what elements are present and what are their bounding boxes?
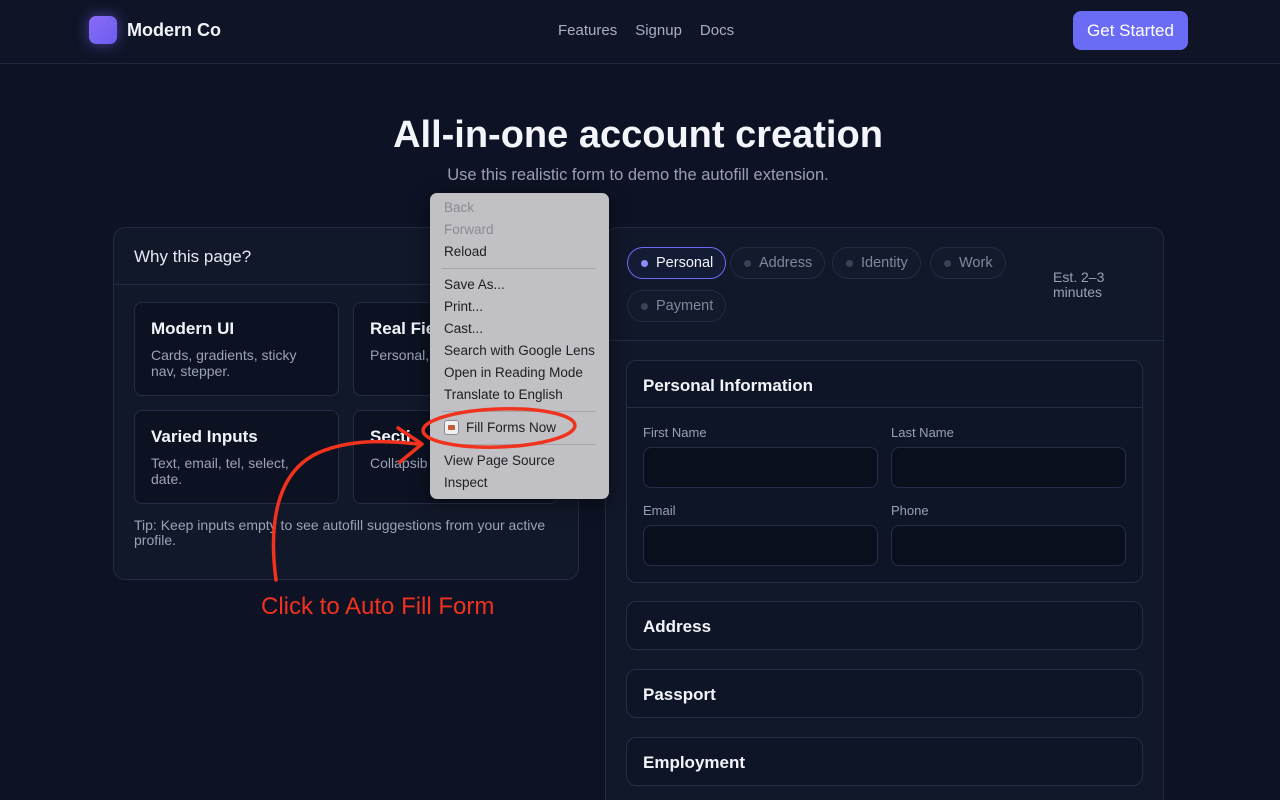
- annotation-label: Click to Auto Fill Form: [261, 593, 495, 620]
- arrow-head-icon: [396, 426, 424, 464]
- highlight-circle: [421, 407, 577, 449]
- annotation-arrow: [271, 439, 420, 582]
- annotation-overlay: [271, 407, 577, 582]
